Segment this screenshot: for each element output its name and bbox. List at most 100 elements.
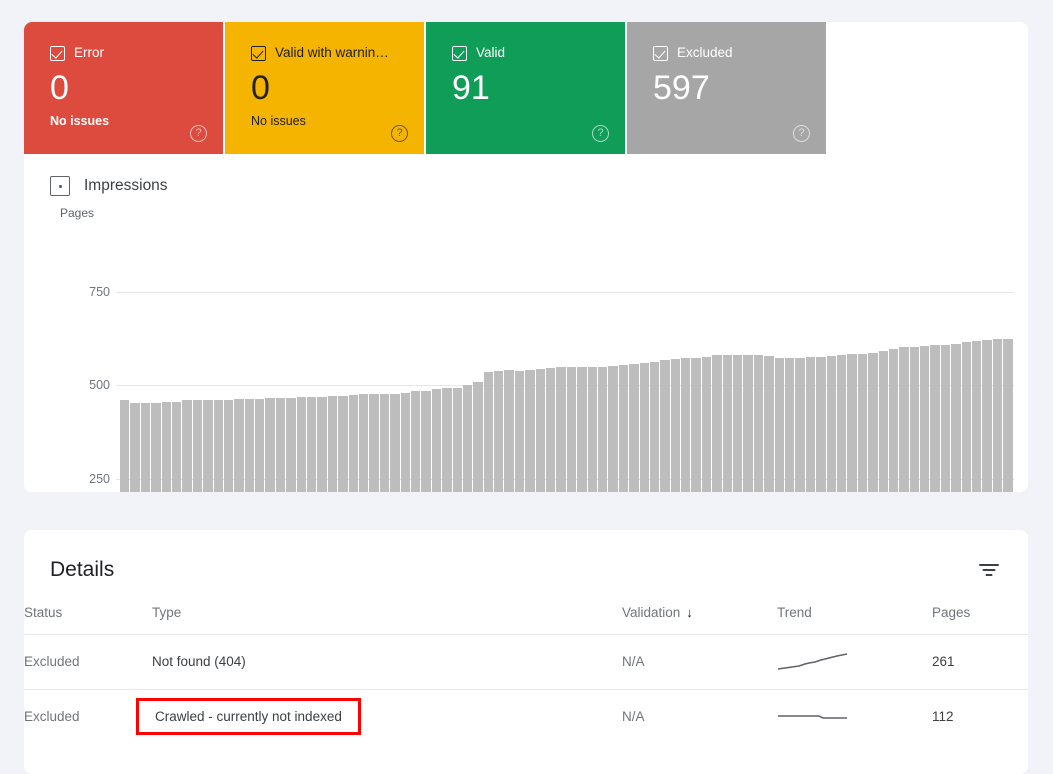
chart-bar[interactable] xyxy=(514,370,525,492)
chart-bar[interactable] xyxy=(244,398,255,492)
chart-bar[interactable] xyxy=(836,355,847,492)
chart-bar[interactable] xyxy=(410,391,421,492)
chart-bar[interactable] xyxy=(816,356,826,492)
chart-bar[interactable] xyxy=(826,355,836,492)
chart-bar[interactable] xyxy=(618,365,629,492)
chart-bar[interactable] xyxy=(951,343,961,492)
chart-bar[interactable] xyxy=(140,402,151,492)
chart-bar[interactable] xyxy=(722,354,733,492)
chart-bar[interactable] xyxy=(161,401,171,492)
chart-bar[interactable] xyxy=(535,368,546,492)
chart-bar[interactable] xyxy=(774,357,784,492)
chart-bar[interactable] xyxy=(930,345,940,492)
chart-bar[interactable] xyxy=(421,390,431,492)
chart-bar[interactable] xyxy=(795,357,805,492)
chart-bar[interactable] xyxy=(369,393,379,492)
chart-bar[interactable] xyxy=(992,339,1003,492)
status-card-error[interactable]: Error 0 No issues ? xyxy=(24,22,223,154)
chart-bar[interactable] xyxy=(192,399,203,492)
chart-bar[interactable] xyxy=(961,342,972,492)
impressions-checkbox-icon[interactable] xyxy=(50,176,70,196)
column-header-type[interactable]: Type xyxy=(152,592,622,634)
row-type-highlighted[interactable]: Crawled - currently not indexed xyxy=(136,689,622,744)
status-card-valid-with-warnings[interactable]: Valid with warnin… 0 No issues ? xyxy=(225,22,424,154)
chart-bar[interactable] xyxy=(556,367,566,492)
chart-bar[interactable] xyxy=(868,352,878,492)
chart-bar[interactable] xyxy=(265,397,275,492)
chart-bar[interactable] xyxy=(753,355,764,492)
chart-bar[interactable] xyxy=(608,365,618,492)
status-card-excluded[interactable]: Excluded 597 ? xyxy=(627,22,826,154)
chart-bar[interactable] xyxy=(296,396,307,492)
chart-bar[interactable] xyxy=(442,388,452,492)
chart-bar[interactable] xyxy=(1003,338,1013,492)
chart-bar[interactable] xyxy=(878,351,888,492)
chart-bar[interactable] xyxy=(275,397,286,492)
help-icon[interactable]: ? xyxy=(391,125,408,142)
column-header-trend[interactable]: Trend xyxy=(777,592,932,634)
chart-bar[interactable] xyxy=(701,356,712,492)
checkbox-checked-icon[interactable] xyxy=(50,45,65,61)
column-header-validation[interactable]: Validation ↓ xyxy=(622,592,777,634)
chart-bar[interactable] xyxy=(660,359,670,492)
chart-bar[interactable] xyxy=(546,367,556,492)
chart-bar[interactable] xyxy=(286,397,296,492)
chart-bar[interactable] xyxy=(348,395,358,492)
chart-bar[interactable] xyxy=(743,355,753,492)
column-header-pages[interactable]: Pages xyxy=(932,592,1028,634)
chart-bar[interactable] xyxy=(982,340,992,492)
checkbox-checked-icon[interactable] xyxy=(653,45,668,61)
chart-bar[interactable] xyxy=(577,366,587,492)
chart-bar[interactable] xyxy=(234,398,244,492)
chart-bar[interactable] xyxy=(400,392,410,492)
row-type-highlight-box[interactable]: Crawled - currently not indexed xyxy=(136,698,361,736)
chart-bar[interactable] xyxy=(431,389,442,492)
chart-bar[interactable] xyxy=(213,399,223,492)
chart-bar[interactable] xyxy=(203,399,213,492)
chart-bar[interactable] xyxy=(182,400,192,492)
chart-bar[interactable] xyxy=(888,349,899,492)
chart-bar[interactable] xyxy=(317,396,327,492)
chart-bar[interactable] xyxy=(785,358,795,492)
chart-bar[interactable] xyxy=(379,393,390,492)
column-header-status[interactable]: Status xyxy=(24,592,152,634)
chart-bar[interactable] xyxy=(255,398,265,492)
chart-bar[interactable] xyxy=(587,367,597,492)
chart-bar[interactable] xyxy=(764,356,774,492)
help-icon[interactable]: ? xyxy=(190,125,207,142)
chart-bar[interactable] xyxy=(452,387,462,492)
chart-bar[interactable] xyxy=(171,401,182,492)
table-row[interactable]: Excluded Not found (404) N/A 261 xyxy=(24,634,1028,689)
impressions-toggle[interactable]: Impressions xyxy=(50,176,1028,196)
chart-bar[interactable] xyxy=(899,346,909,492)
filter-icon[interactable] xyxy=(976,557,1002,583)
chart-bar[interactable] xyxy=(473,382,483,492)
checkbox-checked-icon[interactable] xyxy=(251,45,266,61)
chart-bar[interactable] xyxy=(681,358,691,492)
chart-bar[interactable] xyxy=(338,395,348,492)
chart-bar[interactable] xyxy=(940,344,951,492)
chart-bar[interactable] xyxy=(805,356,816,492)
chart-bar[interactable] xyxy=(327,396,338,492)
help-icon[interactable]: ? xyxy=(592,125,609,142)
chart-bar[interactable] xyxy=(151,402,161,492)
row-type[interactable]: Not found (404) xyxy=(152,634,622,689)
chart-bar[interactable] xyxy=(462,385,473,492)
chart-bar[interactable] xyxy=(130,402,140,492)
chart-bar[interactable] xyxy=(504,370,514,492)
chart-bar[interactable] xyxy=(483,371,494,492)
chart-bar[interactable] xyxy=(358,394,369,492)
chart-bar[interactable] xyxy=(857,353,868,492)
chart-bar[interactable] xyxy=(390,393,400,492)
chart-bar[interactable] xyxy=(920,346,930,492)
chart-bar[interactable] xyxy=(566,366,577,492)
checkbox-checked-icon[interactable] xyxy=(452,45,467,61)
chart-bar[interactable] xyxy=(597,367,608,492)
chart-bar[interactable] xyxy=(649,362,660,492)
table-row[interactable]: Excluded Crawled - currently not indexed… xyxy=(24,689,1028,744)
chart-bar[interactable] xyxy=(691,357,701,492)
chart-bar[interactable] xyxy=(712,355,722,492)
chart-bar[interactable] xyxy=(629,363,639,492)
help-icon[interactable]: ? xyxy=(793,125,810,142)
chart-bar[interactable] xyxy=(223,399,234,492)
